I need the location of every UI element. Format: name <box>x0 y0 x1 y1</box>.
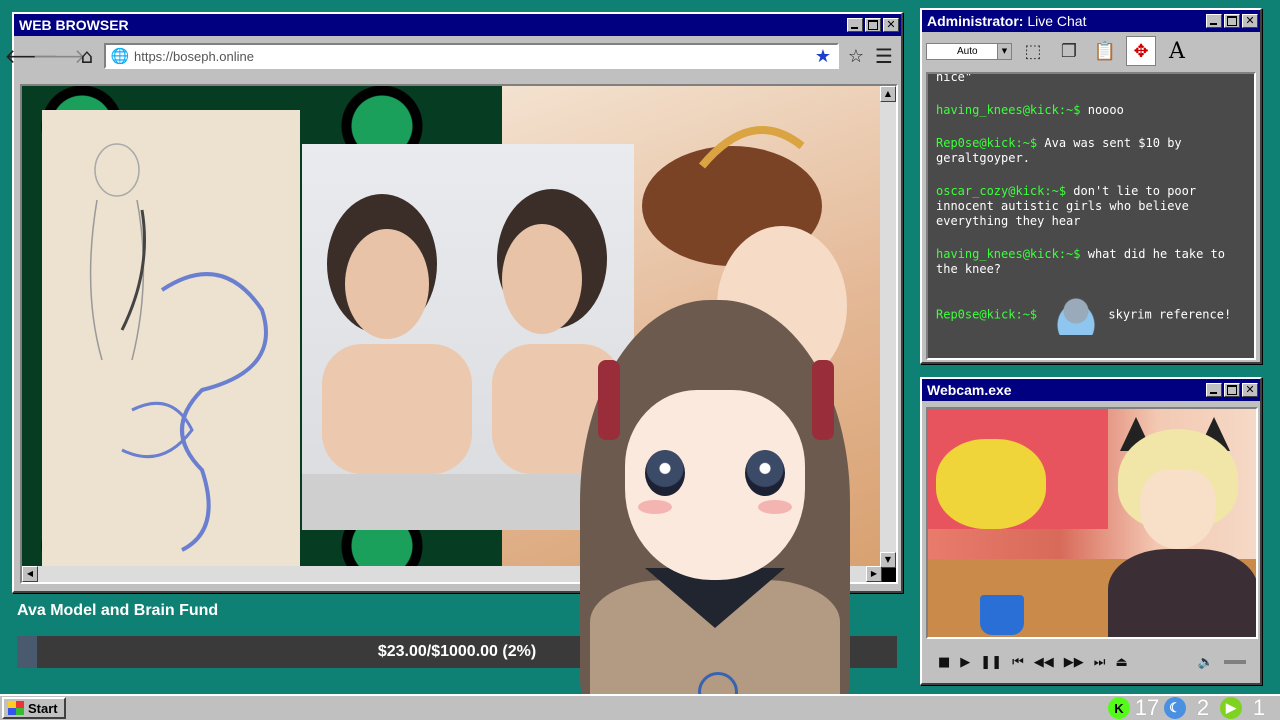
chat-message: Rep0se@kick:~$ Ava was sent $10 by geral… <box>936 136 1246 166</box>
chat-title-rest: Live Chat <box>1023 13 1087 29</box>
chat-username[interactable]: Rep0se@kick:~$ <box>936 308 1044 322</box>
chat-titlebar[interactable]: Administrator: Live Chat ✕ <box>922 10 1260 32</box>
tray-count: 1 <box>1252 695 1266 720</box>
chat-username[interactable]: having_knees@kick:~$ <box>936 103 1088 117</box>
chat-username[interactable]: oscar_cozy@kick:~$ <box>936 184 1073 198</box>
copy-icon[interactable]: ❐ <box>1054 36 1084 66</box>
favorites-star-icon[interactable]: ☆ <box>845 45 867 67</box>
tattoo-sketch-image <box>42 110 300 566</box>
chat-window: Administrator: Live Chat ✕ Auto ▼ ⬚ ❐ 📋 … <box>920 8 1262 364</box>
home-icon[interactable]: ⌂ <box>76 44 98 68</box>
eject-icon[interactable]: ⏏ <box>1116 655 1128 670</box>
fund-title: Ava Model and Brain Fund <box>17 602 219 619</box>
avatar-ribbon-right <box>812 360 834 440</box>
maximize-button[interactable] <box>1224 14 1240 28</box>
bookmark-star-icon[interactable]: ★ <box>815 46 831 67</box>
font-icon[interactable]: A <box>1162 36 1192 66</box>
volume-icon[interactable]: 🔈 <box>1198 655 1214 670</box>
play-icon[interactable]: ▶ <box>960 655 970 670</box>
fast-forward-icon[interactable]: ▶▶ <box>1064 655 1084 670</box>
font-size-value: Auto <box>957 45 978 57</box>
skip-start-icon[interactable]: ⏮ <box>1012 655 1024 670</box>
chat-toolbar: Auto ▼ ⬚ ❐ 📋 ✥ A <box>922 32 1260 70</box>
start-button[interactable]: Start <box>2 697 66 719</box>
system-tray: K 17 ☾ 2 ▶ 1 <box>1108 695 1278 720</box>
tray-count: 2 <box>1196 695 1210 720</box>
minimize-button[interactable] <box>1206 14 1222 28</box>
chat-message: oscar_cozy@kick:~$ don't lie to poor inn… <box>936 184 1246 229</box>
windows-logo-icon <box>8 701 24 715</box>
font-size-select[interactable]: Auto ▼ <box>926 42 1012 60</box>
emote-icon <box>1050 295 1103 335</box>
play-icon[interactable]: ▶ <box>1220 697 1242 719</box>
taskbar: Start K 17 ☾ 2 ▶ 1 <box>0 694 1280 720</box>
character-body <box>1108 549 1256 637</box>
chevron-down-icon[interactable]: ▼ <box>997 43 1011 59</box>
webcam-titlebar[interactable]: Webcam.exe ✕ <box>922 379 1260 401</box>
chat-message-text: skyrim reference! <box>1108 307 1232 322</box>
plush-image <box>936 439 1046 529</box>
maximize-button[interactable] <box>1224 383 1240 397</box>
select-icon[interactable]: ⬚ <box>1018 36 1048 66</box>
scroll-down-button[interactable]: ▼ <box>880 552 896 568</box>
close-button[interactable]: ✕ <box>1242 383 1258 397</box>
chat-log[interactable]: nice" having_knees@kick:~$ noooo Rep0se@ki… <box>926 72 1256 360</box>
browser-titlebar[interactable]: WEB BROWSER ✕ <box>14 14 901 36</box>
rewind-icon[interactable]: ◀◀ <box>1034 655 1054 670</box>
maximize-button[interactable] <box>865 18 881 32</box>
chat-message: having_knees@kick:~$ noooo <box>936 103 1246 118</box>
minimize-button[interactable] <box>1206 383 1222 397</box>
avatar-blush-right <box>758 500 792 514</box>
browser-toolbar: 🡐 🡒 ⌂ 🌐 https://boseph.online ★ ☆ ☰ <box>4 36 901 76</box>
chat-message-text: noooo <box>1087 103 1124 117</box>
chat-message-text: nice" <box>936 72 973 84</box>
chat-message: having_knees@kick:~$ what did he take to… <box>936 247 1246 277</box>
minimize-button[interactable] <box>847 18 863 32</box>
scroll-left-button[interactable]: ◀ <box>22 566 38 582</box>
forward-arrow-icon[interactable]: 🡒 <box>32 44 86 68</box>
kick-icon[interactable]: K <box>1108 697 1130 719</box>
avatar-eye-right <box>745 450 785 496</box>
chat-message: Rep0se@kick:~$ skyrim reference! <box>936 295 1246 335</box>
chat-message: nice" <box>936 72 1246 85</box>
media-controls: ■ ▶ ❚❚ ⏮ ◀◀ ▶▶ ⏭ ⏏ 🔈 <box>926 647 1258 677</box>
stop-icon[interactable]: ■ <box>938 655 950 670</box>
pause-icon[interactable]: ❚❚ <box>980 655 1002 670</box>
chat-title-bold: Administrator: <box>927 13 1024 29</box>
browser-title: WEB BROWSER <box>19 17 129 33</box>
move-icon[interactable]: ✥ <box>1126 36 1156 66</box>
tray-count: 17 <box>1134 695 1160 720</box>
close-button[interactable]: ✕ <box>883 18 899 32</box>
url-text[interactable]: https://boseph.online <box>134 49 809 64</box>
webcam-title: Webcam.exe <box>927 382 1012 398</box>
avatar-ribbon-left <box>598 360 620 440</box>
vtuber-avatar <box>550 300 880 720</box>
chat-title: Administrator: Live Chat <box>927 13 1206 29</box>
webcam-window: Webcam.exe ✕ ■ ▶ ❚❚ ⏮ ◀◀ ▶▶ ⏭ ⏏ 🔈 <box>920 377 1262 685</box>
start-label: Start <box>28 700 58 716</box>
webcam-character <box>1098 417 1256 637</box>
volume-slider[interactable] <box>1224 660 1246 664</box>
mug-image <box>980 595 1024 635</box>
address-bar[interactable]: 🌐 https://boseph.online ★ <box>104 43 839 69</box>
sketch-drawing <box>89 143 268 552</box>
paste-icon[interactable]: 📋 <box>1090 36 1120 66</box>
vertical-scrollbar[interactable]: ▲ ▼ <box>880 86 896 568</box>
character-face <box>1140 469 1216 549</box>
chat-username[interactable]: having_knees@kick:~$ <box>936 247 1088 261</box>
chat-username[interactable]: Rep0se@kick:~$ <box>936 136 1044 150</box>
scroll-up-button[interactable]: ▲ <box>880 86 896 102</box>
menu-icon[interactable]: ☰ <box>873 44 895 68</box>
avatar-eye-left <box>645 450 685 496</box>
avatar-blush-left <box>638 500 672 514</box>
close-button[interactable]: ✕ <box>1242 14 1258 28</box>
skip-end-icon[interactable]: ⏭ <box>1094 655 1106 670</box>
globe-icon: 🌐 <box>110 47 130 65</box>
webcam-video[interactable] <box>926 407 1258 639</box>
moon-icon[interactable]: ☾ <box>1164 697 1186 719</box>
